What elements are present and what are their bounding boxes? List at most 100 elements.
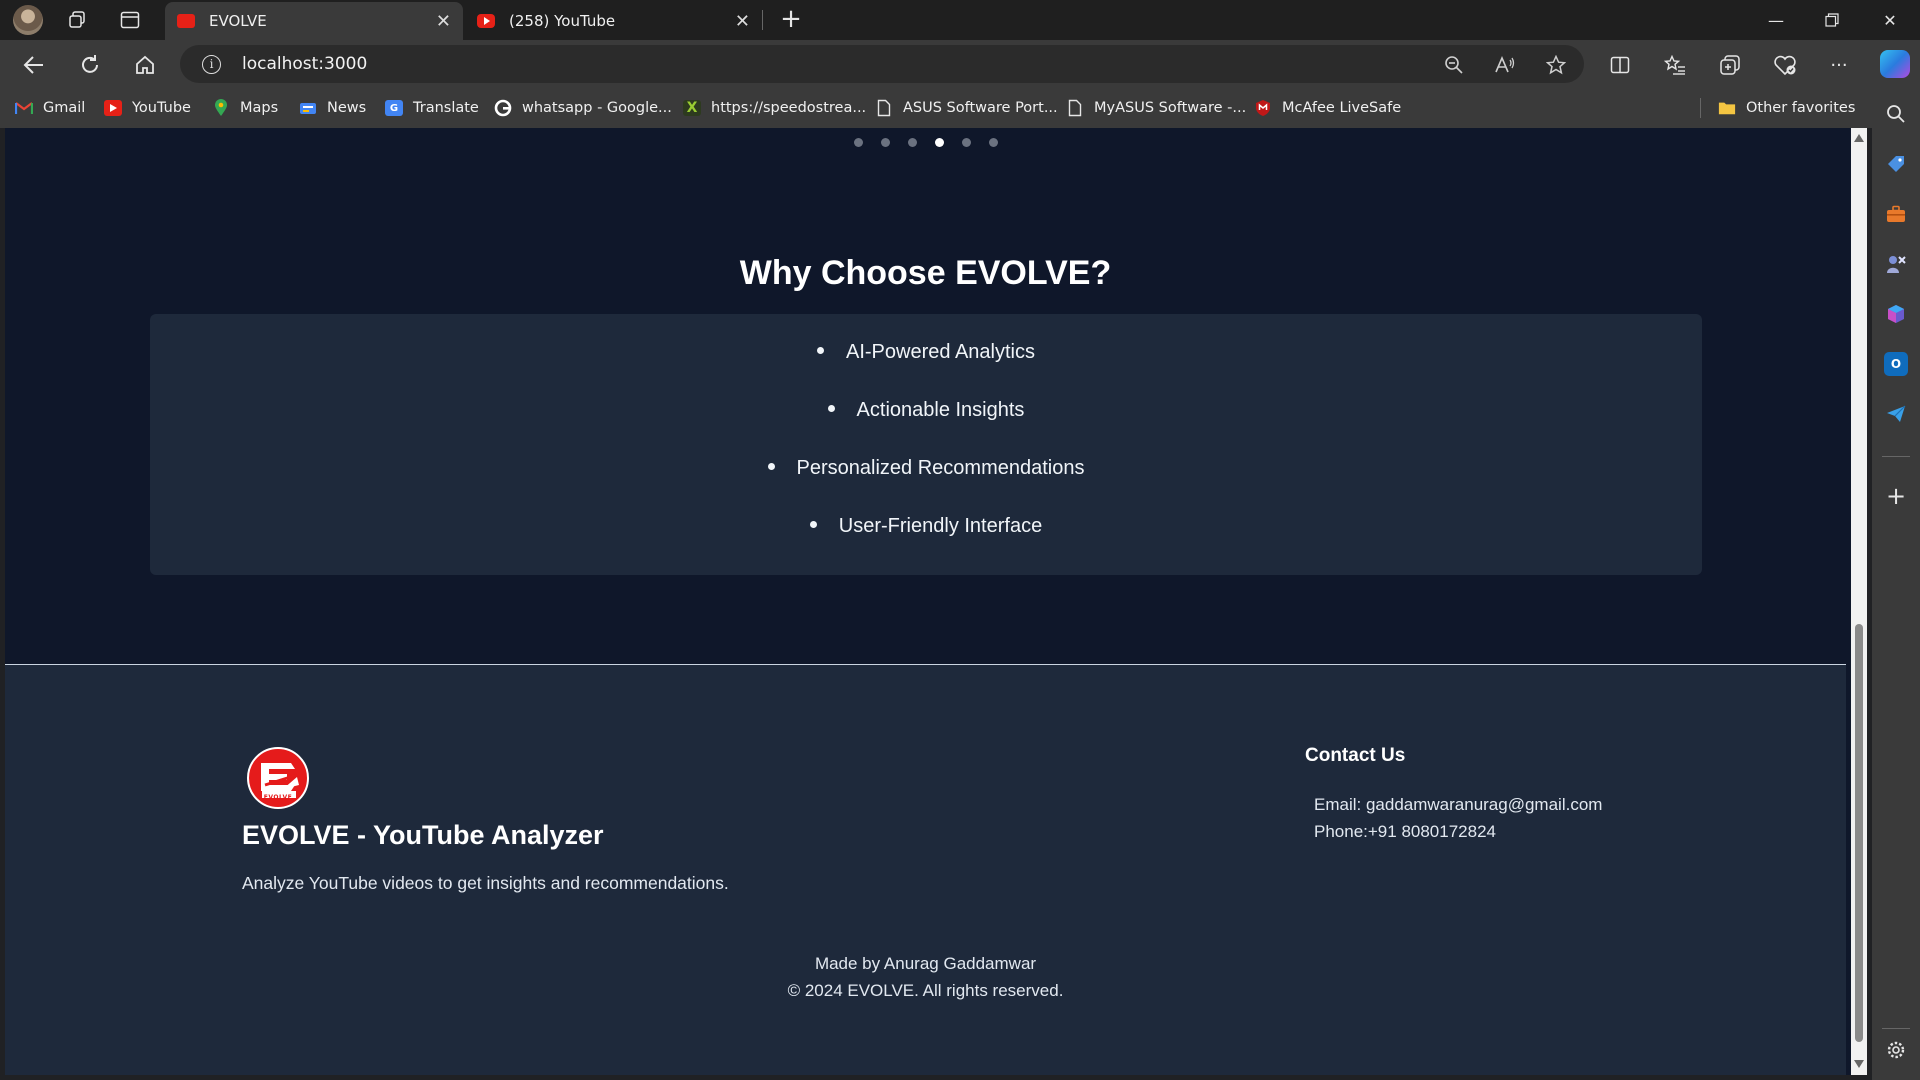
bullet: [817, 347, 824, 355]
why-choose-card: AI-Powered Analytics Actionable Insights…: [150, 314, 1702, 575]
carousel-dot[interactable]: [962, 138, 971, 147]
address-bar[interactable]: i localhost:3000: [180, 45, 1584, 83]
contact-email[interactable]: Email: gaddamwaranurag@gmail.com: [1314, 795, 1602, 815]
tab-title: EVOLVE: [209, 12, 267, 30]
microsoft-365-icon[interactable]: [1884, 302, 1908, 326]
bookmarks-separator: [1700, 98, 1701, 118]
address-url[interactable]: localhost:3000: [242, 54, 367, 74]
scroll-up-arrow-icon[interactable]: [1854, 134, 1864, 142]
bullet: [767, 463, 775, 471]
browser-title-bar: EVOLVE ✕ (258) YouTube ✕ + — ✕: [0, 0, 1920, 40]
minimize-button[interactable]: —: [1748, 0, 1804, 40]
bookmark-gmail[interactable]: Gmail: [15, 97, 85, 119]
outlook-icon[interactable]: O: [1884, 352, 1908, 376]
bookmark-myasus-software[interactable]: MyASUS Software -...: [1066, 97, 1246, 119]
contact-phone[interactable]: Phone:+91 8080172824: [1314, 822, 1496, 842]
more-options-icon[interactable]: ···: [1826, 53, 1852, 77]
copyright-notice: © 2024 EVOLVE. All rights reserved.: [787, 981, 1064, 1000]
bookmark-label: Maps: [240, 100, 279, 116]
page-viewport: Why Choose EVOLVE? AI-Powered Analytics …: [5, 128, 1867, 1075]
browser-essentials-icon[interactable]: [1772, 53, 1798, 77]
footer-brand-title: EVOLVE - YouTube Analyzer: [242, 820, 604, 850]
zoom-icon[interactable]: [1442, 53, 1466, 77]
page-scrollbar[interactable]: [1851, 128, 1867, 1075]
feature-list-item: Personalized Recommendations: [150, 457, 1702, 480]
youtube-icon: [104, 100, 122, 116]
restore-button[interactable]: [1804, 0, 1860, 40]
bookmark-label: McAfee LiveSafe: [1282, 100, 1402, 116]
bookmarks-bar: Gmail YouTube Maps News G Translate what…: [0, 88, 1920, 128]
settings-gear-icon[interactable]: [1884, 1038, 1908, 1062]
bookmark-translate[interactable]: G Translate: [385, 97, 479, 119]
games-icon[interactable]: [1884, 252, 1908, 276]
news-icon: [299, 100, 317, 116]
carousel-dot[interactable]: [935, 138, 944, 147]
workspaces-icon[interactable]: [62, 6, 92, 34]
feature-list-item: AI-Powered Analytics: [150, 341, 1702, 364]
why-choose-heading: Why Choose EVOLVE?: [739, 254, 1112, 292]
bullet: [827, 405, 835, 413]
tab-evolve[interactable]: EVOLVE ✕: [165, 2, 463, 40]
close-tab-icon[interactable]: ✕: [436, 11, 451, 32]
scroll-down-arrow-icon[interactable]: [1854, 1060, 1864, 1068]
carousel-dot[interactable]: [989, 138, 998, 147]
carousel-dot[interactable]: [881, 138, 890, 147]
tools-icon[interactable]: [1884, 202, 1908, 226]
shopping-tag-icon[interactable]: [1884, 152, 1908, 176]
site-info-icon[interactable]: i: [202, 55, 221, 74]
sidebar-separator: [1882, 456, 1910, 457]
bookmark-news[interactable]: News: [299, 97, 366, 119]
collections-icon[interactable]: [1717, 53, 1743, 77]
bookmark-label: Translate: [413, 100, 479, 116]
close-tab-icon[interactable]: ✕: [735, 11, 750, 32]
bookmark-mcafee-livesafe[interactable]: McAfee LiveSafe: [1254, 97, 1401, 119]
tab-title: (258) YouTube: [509, 12, 616, 30]
refresh-button[interactable]: [74, 49, 106, 81]
tab-youtube[interactable]: (258) YouTube ✕: [465, 2, 762, 40]
bookmark-label: Other favorites: [1746, 100, 1856, 116]
favorites-icon[interactable]: [1662, 53, 1688, 77]
youtube-favicon-icon: [477, 14, 495, 28]
carousel-dot[interactable]: [908, 138, 917, 147]
bookmark-whatsapp-google[interactable]: whatsapp - Google...: [494, 97, 672, 119]
scrollbar-thumb[interactable]: [1855, 624, 1863, 1042]
bookmark-label: YouTube: [132, 100, 191, 116]
feature-list-item: User-Friendly Interface: [150, 515, 1702, 538]
edge-sidebar: O +: [1872, 88, 1920, 1080]
feature-list-item: Actionable Insights: [150, 399, 1702, 422]
tab-separator: [762, 10, 763, 30]
maps-icon: [212, 99, 230, 116]
carousel-dot[interactable]: [854, 138, 863, 147]
profile-avatar[interactable]: [13, 5, 43, 35]
other-favorites-folder[interactable]: Other favorites: [1718, 97, 1855, 119]
feature-text: Personalized Recommendations: [796, 457, 1085, 479]
search-icon[interactable]: [1884, 102, 1908, 126]
bookmark-label: ASUS Software Port...: [903, 100, 1058, 116]
copilot-icon[interactable]: [1880, 50, 1910, 78]
evolve-logo[interactable]: EVOLVE: [247, 747, 309, 809]
new-tab-button[interactable]: +: [776, 4, 806, 34]
sidebar-separator: [1882, 1028, 1910, 1029]
split-screen-icon[interactable]: [1607, 53, 1633, 77]
back-button[interactable]: [18, 49, 50, 81]
read-aloud-icon[interactable]: [1493, 53, 1517, 77]
footer-tagline: Analyze YouTube videos to get insights a…: [242, 873, 729, 893]
feature-text: User-Friendly Interface: [838, 515, 1043, 537]
contact-heading: Contact Us: [1305, 745, 1406, 766]
bookmark-speedostream[interactable]: X https://speedostrea...: [683, 97, 866, 119]
bookmark-label: Gmail: [43, 100, 86, 116]
carousel-dots: [854, 138, 1016, 147]
bookmark-maps[interactable]: Maps: [212, 97, 278, 119]
add-sidebar-app-icon[interactable]: +: [1884, 482, 1908, 510]
home-button[interactable]: [129, 49, 161, 81]
bookmark-asus-software-portal[interactable]: ASUS Software Port...: [875, 97, 1058, 119]
vertical-tabs-icon[interactable]: [115, 6, 145, 34]
translate-icon: G: [385, 100, 403, 116]
close-window-button[interactable]: ✕: [1862, 0, 1918, 40]
favorite-star-icon[interactable]: [1544, 53, 1568, 77]
bookmark-youtube[interactable]: YouTube: [104, 97, 191, 119]
google-icon: [494, 99, 512, 117]
page-icon: [875, 99, 893, 117]
made-by-credit: Made by Anurag Gaddamwar: [814, 954, 1037, 973]
send-icon[interactable]: [1884, 402, 1908, 426]
